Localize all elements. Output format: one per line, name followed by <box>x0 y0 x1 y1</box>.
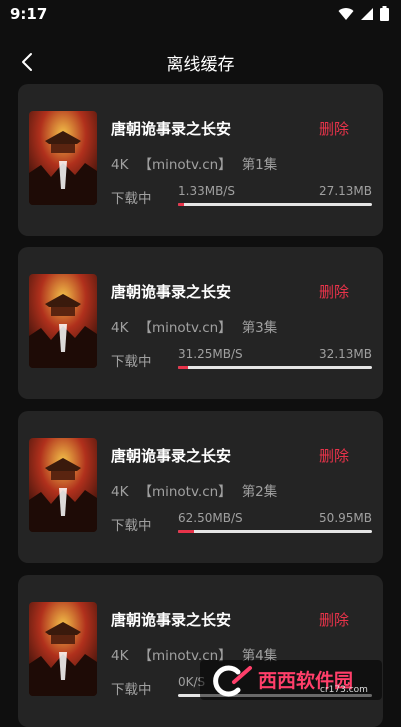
episode-label: 第3集 <box>241 320 278 336</box>
progress-fill <box>178 203 184 206</box>
download-status: 下载中 <box>111 354 152 370</box>
download-speed: 62.50MB/S <box>178 511 243 525</box>
quality-label: 4K <box>111 648 129 664</box>
status-time: 9:17 <box>10 5 48 23</box>
progress-bar <box>178 530 372 533</box>
download-speed: 1.33MB/S <box>178 184 235 198</box>
progress-bar <box>178 203 372 206</box>
battery-icon <box>380 6 389 21</box>
download-status: 下载中 <box>111 682 152 698</box>
delete-button[interactable]: 删除 <box>319 609 349 630</box>
poster-image <box>29 111 97 205</box>
episode-label: 第1集 <box>241 157 278 173</box>
file-size: 27.13MB <box>319 184 372 198</box>
poster-thumbnail[interactable] <box>29 111 97 205</box>
delete-button[interactable]: 删除 <box>319 118 349 139</box>
status-bar: 9:17 <box>0 0 401 28</box>
download-card[interactable]: 唐朝诡事录之长安 删除 4K 【minotv.cn】 第3集下载中 31.25MB/S 32… <box>18 247 383 399</box>
poster-thumbnail[interactable] <box>29 602 97 696</box>
video-meta: 4K 【minotv.cn】 第1集 <box>111 153 277 173</box>
quality-label: 4K <box>111 157 129 173</box>
poster-image <box>29 602 97 696</box>
poster-thumbnail[interactable] <box>29 274 97 368</box>
file-size: 32.13MB <box>319 347 372 361</box>
source-label: 【minotv.cn】 <box>138 157 232 173</box>
download-card[interactable]: 唐朝诡事录之长安 删除 4K 【minotv.cn】 第2集下载中 62.50MB/S 50… <box>18 411 383 563</box>
status-icons <box>338 6 389 21</box>
download-status: 下载中 <box>111 518 152 534</box>
video-title: 唐朝诡事录之长安 <box>111 447 232 465</box>
download-card[interactable]: 唐朝诡事录之长安 删除 4K 【minotv.cn】 第1集下载中 1.33MB/S 27.… <box>18 84 383 236</box>
watermark-sub: cr173.com <box>320 685 368 695</box>
header: 离线缓存 <box>0 40 401 84</box>
video-title: 唐朝诡事录之长安 <box>111 120 232 138</box>
source-label: 【minotv.cn】 <box>138 484 232 500</box>
quality-label: 4K <box>111 320 129 336</box>
download-speed: 31.25MB/S <box>178 347 243 361</box>
video-meta: 4K 【minotv.cn】 第3集 <box>111 316 277 336</box>
wifi-icon <box>338 7 354 20</box>
video-meta: 4K 【minotv.cn】 第2集 <box>111 480 277 500</box>
watermark-logo-icon <box>213 665 252 697</box>
download-status: 下载中 <box>111 191 152 207</box>
progress-bar <box>178 366 372 369</box>
signal-icon <box>361 7 373 20</box>
progress-fill <box>178 366 188 369</box>
page-title: 离线缓存 <box>166 55 235 75</box>
poster-image <box>29 438 97 532</box>
download-card[interactable]: 唐朝诡事录之长安 删除 4K 【minotv.cn】 第4集 下载中 0K/S <box>18 575 383 727</box>
poster-thumbnail[interactable] <box>29 438 97 532</box>
progress-fill <box>178 530 194 533</box>
source-label: 【minotv.cn】 <box>138 320 232 336</box>
poster-image <box>29 274 97 368</box>
video-title: 唐朝诡事录之长安 <box>111 611 232 629</box>
video-title: 唐朝诡事录之长安 <box>111 283 232 301</box>
watermark: 西西软件园 cr173.com <box>200 660 382 700</box>
delete-button[interactable]: 删除 <box>319 445 349 466</box>
episode-label: 第2集 <box>241 484 278 500</box>
file-size: 50.95MB <box>319 511 372 525</box>
delete-button[interactable]: 删除 <box>319 281 349 302</box>
quality-label: 4K <box>111 484 129 500</box>
